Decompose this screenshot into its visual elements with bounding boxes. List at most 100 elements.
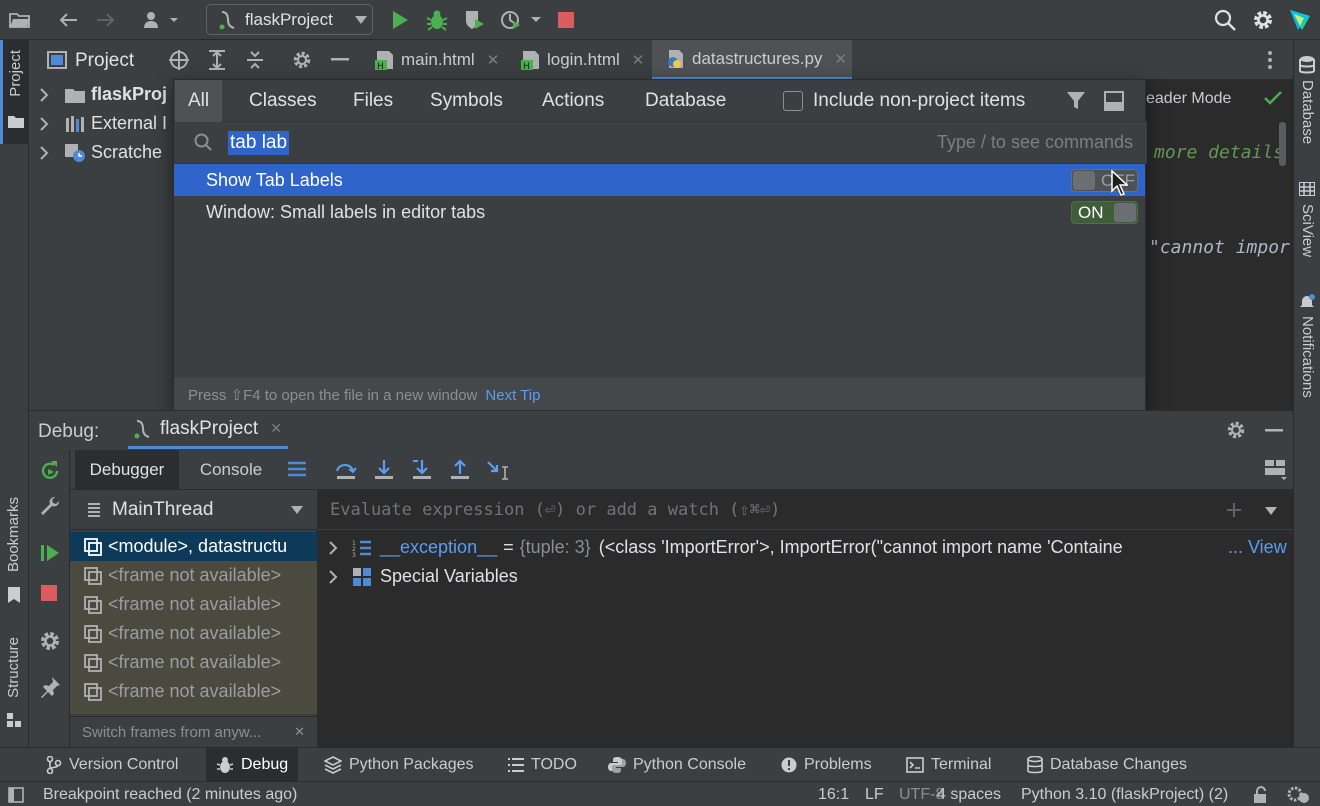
collapse-all-icon[interactable] [245, 50, 265, 70]
debug-settings-gear-icon[interactable] [1226, 420, 1246, 440]
line-separator[interactable]: LF [865, 786, 884, 804]
include-non-project-checkbox[interactable]: Include non-project items [783, 90, 1025, 112]
run-to-cursor-icon[interactable] [487, 459, 511, 481]
search-icon[interactable] [1213, 8, 1237, 32]
frame-row[interactable]: <module>, datastructu [70, 532, 317, 561]
problems-tool[interactable]: Problems [781, 748, 872, 782]
open-in-tool-window-icon[interactable] [1104, 91, 1124, 111]
back-arrow-icon[interactable] [56, 8, 80, 32]
hide-panel-icon[interactable] [331, 58, 349, 62]
project-settings-gear-icon[interactable] [292, 50, 312, 70]
search-input[interactable]: tab lab [228, 131, 290, 155]
tree-item-scratches[interactable]: Scratche [29, 138, 162, 167]
search-tab-files[interactable]: Files [353, 80, 393, 122]
frame-row[interactable]: <frame not available> [70, 677, 317, 706]
search-tab-actions[interactable]: Actions [542, 80, 604, 122]
terminal-tool[interactable]: Terminal [906, 748, 991, 782]
editor-tab-login-html[interactable]: H login.html ✕ [521, 40, 644, 80]
settings-gear-icon[interactable] [1251, 8, 1275, 32]
editor-scrollbar-thumb[interactable] [1279, 122, 1286, 166]
thread-selector[interactable]: MainThread [70, 490, 317, 530]
project-panel-title[interactable]: Project [75, 50, 134, 72]
notifications-tool-button[interactable]: Notifications [1294, 292, 1320, 422]
debug-tool[interactable]: Debug [206, 748, 299, 782]
open-folder-icon[interactable] [8, 8, 32, 32]
console-tab[interactable]: Console [189, 450, 273, 489]
add-watch-plus-icon[interactable] [1226, 502, 1244, 520]
indent-setting[interactable]: 4 spaces [937, 786, 1001, 804]
locate-target-icon[interactable] [169, 50, 189, 70]
database-tool-button[interactable]: Database [1294, 54, 1320, 174]
editor-tab-datastructures-py[interactable]: datastructures.py ✕ [652, 40, 852, 80]
python-console-tool[interactable]: Python Console [608, 748, 746, 782]
structure-tool-button[interactable]: Structure [0, 635, 29, 735]
python-packages-tool[interactable]: Python Packages [324, 748, 474, 782]
forward-arrow-icon[interactable] [94, 8, 118, 32]
close-tab-icon[interactable]: ✕ [270, 420, 282, 437]
modify-run-config-wrench-icon[interactable] [39, 496, 61, 518]
chevron-right-icon[interactable] [39, 87, 49, 102]
profile-icon[interactable] [498, 8, 544, 32]
small-labels-toggle[interactable]: ON [1071, 201, 1138, 224]
variable-row-exception[interactable]: 123 __exception__ = {tuple: 3} (<class '… [318, 533, 1293, 562]
step-into-icon[interactable] [373, 459, 395, 481]
status-message[interactable]: Breakpoint reached (2 minutes ago) [43, 786, 297, 804]
frame-row[interactable]: <frame not available> [70, 590, 317, 619]
toggle-tool-windows-icon[interactable] [8, 787, 24, 803]
inspection-ok-checkmark-icon[interactable] [1264, 91, 1282, 105]
hide-panel-icon[interactable] [1265, 429, 1283, 433]
view-full-value-link[interactable]: ... View [1226, 537, 1287, 558]
close-tab-icon[interactable]: ✕ [487, 51, 500, 69]
user-menu-icon[interactable] [140, 8, 184, 32]
frame-row[interactable]: <frame not available> [70, 648, 317, 677]
result-show-tab-labels[interactable]: Show Tab Labels OFF [174, 164, 1145, 196]
project-tool-button[interactable]: Project [0, 40, 29, 144]
search-tab-all[interactable]: All [175, 80, 223, 122]
stop-icon[interactable] [40, 584, 58, 602]
database-changes-tool[interactable]: Database Changes [1027, 748, 1187, 782]
search-tab-symbols[interactable]: Symbols [430, 80, 503, 122]
debug-session-tab[interactable]: flaskProject ✕ [128, 411, 288, 449]
run-config-selector[interactable]: flaskProject [206, 4, 373, 35]
version-control-tool[interactable]: Version Control [46, 748, 178, 782]
tree-item-project-root[interactable]: flaskProj [29, 80, 167, 109]
debugger-tab[interactable]: Debugger [75, 450, 179, 489]
checkbox-box[interactable] [783, 91, 803, 111]
reader-mode-toggle[interactable]: eader Mode [1146, 90, 1231, 108]
pycharm-logo-icon[interactable] [1288, 8, 1312, 32]
layout-settings-icon[interactable] [1264, 459, 1288, 481]
step-over-icon[interactable] [335, 459, 357, 481]
chevron-down-icon[interactable] [1265, 507, 1277, 515]
search-tab-database[interactable]: Database [645, 80, 726, 122]
expand-all-icon[interactable] [207, 50, 227, 70]
pin-tab-icon[interactable] [39, 676, 61, 698]
variable-row-special[interactable]: Special Variables [318, 562, 1293, 591]
debug-icon[interactable] [425, 8, 449, 32]
debug-settings-gear-icon[interactable] [39, 630, 61, 652]
search-input-row[interactable]: tab lab Type / to see commands [174, 122, 1147, 164]
stop-icon[interactable] [554, 8, 578, 32]
evaluate-expression-field[interactable]: Evaluate expression (⏎) or add a watch (… [318, 490, 1293, 530]
step-into-my-code-icon[interactable] [411, 459, 433, 481]
inspection-profile-icon[interactable] [1286, 785, 1312, 805]
run-with-coverage-icon[interactable] [462, 8, 486, 32]
search-tab-classes[interactable]: Classes [249, 80, 317, 122]
step-out-icon[interactable] [449, 459, 471, 481]
frame-row[interactable]: <frame not available> [70, 561, 317, 590]
chevron-right-icon[interactable] [39, 116, 49, 131]
filter-funnel-icon[interactable] [1066, 91, 1086, 111]
run-icon[interactable] [388, 8, 412, 32]
bookmarks-tool-button[interactable]: Bookmarks [0, 495, 29, 615]
python-interpreter[interactable]: Python 3.10 (flaskProject) (2) [1021, 786, 1228, 804]
editor-tab-main-html[interactable]: H main.html ✕ [375, 40, 499, 80]
frame-row[interactable]: <frame not available> [70, 619, 317, 648]
chevron-right-icon[interactable] [39, 145, 49, 160]
chevron-right-icon[interactable] [328, 569, 338, 584]
todo-tool[interactable]: TODO [508, 748, 577, 782]
resume-program-icon[interactable] [40, 543, 60, 563]
layout-list-icon[interactable] [287, 459, 307, 479]
chevron-right-icon[interactable] [328, 540, 338, 555]
close-tab-icon[interactable]: ✕ [834, 50, 847, 68]
cursor-position[interactable]: 16:1 [818, 786, 849, 804]
tree-item-external-libraries[interactable]: External I [29, 109, 167, 138]
